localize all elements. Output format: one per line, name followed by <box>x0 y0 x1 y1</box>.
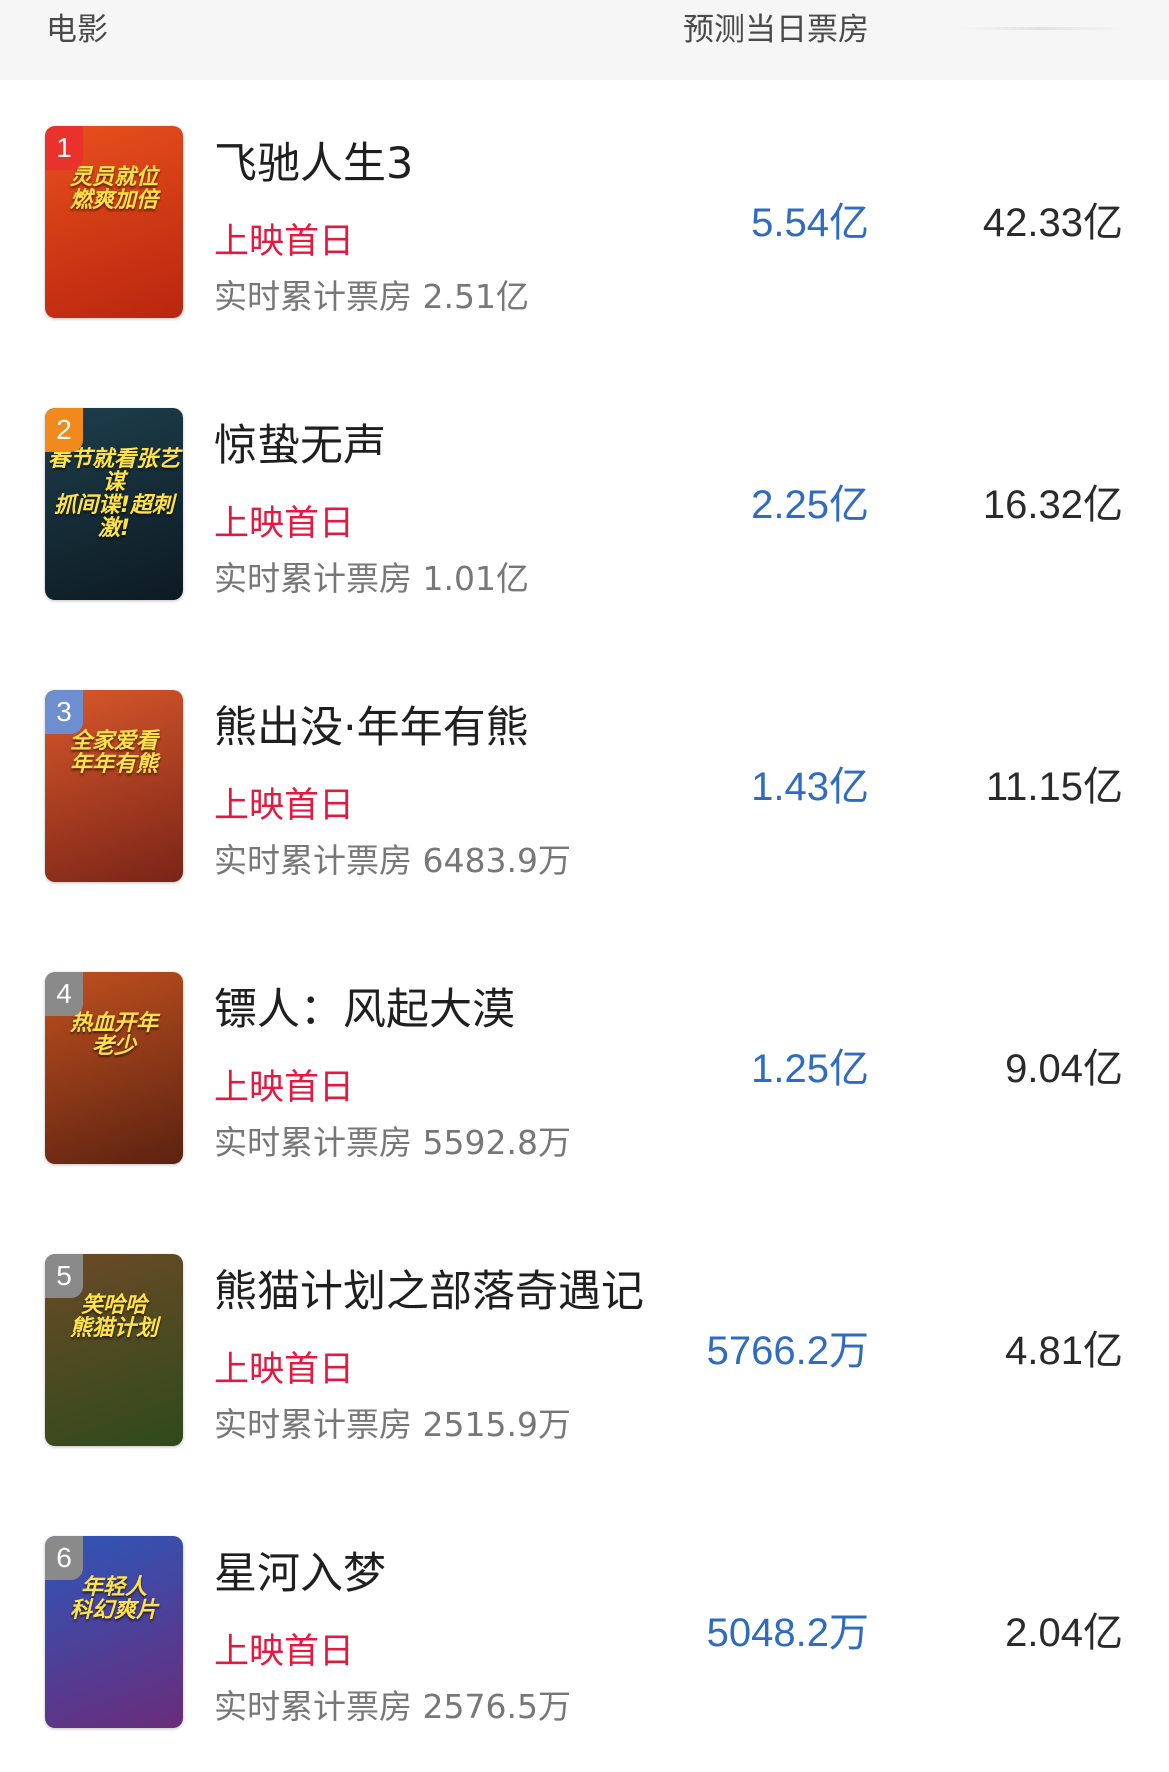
rank-badge: 2 <box>45 408 83 452</box>
predicted-daily-box-office: 1.25亿 <box>751 1047 869 1091</box>
movie-title[interactable]: 星河入梦 <box>214 1548 386 1600</box>
release-status: 上映首日 <box>214 1632 355 1672</box>
movie-poster[interactable]: 热血开年 老少 4 <box>45 972 183 1164</box>
poster-tagline: 全家爱看 年年有熊 <box>69 729 158 778</box>
predicted-daily-box-office: 5766.2万 <box>706 1329 869 1373</box>
rank-badge: 1 <box>45 126 83 170</box>
movie-poster[interactable]: 全家爱看 年年有熊 3 <box>45 690 183 882</box>
poster-tagline: 笑哈哈 熊猫计划 <box>69 1293 158 1342</box>
column-header-predict[interactable]: 预测当日票房 <box>683 10 869 50</box>
predicted-total-box-office: 42.33亿 <box>982 201 1123 245</box>
predicted-daily-box-office: 5048.2万 <box>706 1611 869 1655</box>
poster-tagline: 热血开年 老少 <box>69 1011 158 1060</box>
movie-poster[interactable]: 春节就看张艺谋 抓间谍!超刺激! 2 <box>45 408 183 600</box>
movie-row[interactable]: 热血开年 老少 4 镖人：风起大漠 上映首日 实时累计票房 5592.8万 1.… <box>0 926 1169 1208</box>
predicted-total-box-office: 4.81亿 <box>1005 1329 1123 1373</box>
table-header: 电影 预测当日票房 <box>0 0 1169 80</box>
release-status: 上映首日 <box>214 1350 355 1390</box>
movie-row[interactable]: 全家爱看 年年有熊 3 熊出没·年年有熊 上映首日 实时累计票房 6483.9万… <box>0 644 1169 926</box>
release-status: 上映首日 <box>214 504 355 544</box>
cumulative-box-office: 实时累计票房 2.51亿 <box>214 277 529 316</box>
cumulative-box-office: 实时累计票房 2515.9万 <box>214 1405 571 1444</box>
rank-badge: 5 <box>45 1254 83 1298</box>
movie-poster[interactable]: 笑哈哈 熊猫计划 5 <box>45 1254 183 1446</box>
predicted-daily-box-office: 2.25亿 <box>751 483 869 527</box>
cumulative-box-office: 实时累计票房 1.01亿 <box>214 559 529 598</box>
poster-tagline: 灵员就位 燃爽加倍 <box>69 165 158 214</box>
release-status: 上映首日 <box>214 222 355 262</box>
movie-row[interactable]: 年轻人 科幻爽片 6 星河入梦 上映首日 实时累计票房 2576.5万 5048… <box>0 1490 1169 1772</box>
poster-tagline: 年轻人 科幻爽片 <box>69 1575 158 1624</box>
movie-row[interactable]: 春节就看张艺谋 抓间谍!超刺激! 2 惊蛰无声 上映首日 实时累计票房 1.01… <box>0 362 1169 644</box>
movie-poster[interactable]: 年轻人 科幻爽片 6 <box>45 1536 183 1728</box>
rank-badge: 4 <box>45 972 83 1016</box>
predicted-daily-box-office: 1.43亿 <box>751 765 869 809</box>
movie-title[interactable]: 飞驰人生3 <box>214 138 413 190</box>
movie-title[interactable]: 惊蛰无声 <box>214 420 386 472</box>
movie-row[interactable]: 灵员就位 燃爽加倍 1 飞驰人生3 上映首日 实时累计票房 2.51亿 5.54… <box>0 80 1169 362</box>
cumulative-box-office: 实时累计票房 2576.5万 <box>214 1687 571 1726</box>
cumulative-box-office: 实时累计票房 6483.9万 <box>214 841 571 880</box>
release-status: 上映首日 <box>214 786 355 826</box>
movie-title[interactable]: 熊出没·年年有熊 <box>214 702 529 754</box>
predicted-total-box-office: 11.15亿 <box>985 765 1123 809</box>
cumulative-box-office: 实时累计票房 5592.8万 <box>214 1123 571 1162</box>
movie-title[interactable]: 熊猫计划之部落奇遇记 <box>214 1266 644 1318</box>
movie-poster[interactable]: 灵员就位 燃爽加倍 1 <box>45 126 183 318</box>
predicted-total-box-office: 2.04亿 <box>1005 1611 1123 1655</box>
rank-badge: 3 <box>45 690 83 734</box>
movie-title[interactable]: 镖人：风起大漠 <box>214 984 515 1036</box>
column-header-movie[interactable]: 电影 <box>46 10 108 50</box>
predicted-total-box-office: 16.32亿 <box>982 483 1123 527</box>
column-header-total-obscured <box>957 27 1125 30</box>
predicted-total-box-office: 9.04亿 <box>1005 1047 1123 1091</box>
rank-badge: 6 <box>45 1536 83 1580</box>
release-status: 上映首日 <box>214 1068 355 1108</box>
poster-tagline: 春节就看张艺谋 抓间谍!超刺激! <box>47 447 180 542</box>
movie-row[interactable]: 笑哈哈 熊猫计划 5 熊猫计划之部落奇遇记 上映首日 实时累计票房 2515.9… <box>0 1208 1169 1490</box>
predicted-daily-box-office: 5.54亿 <box>751 201 869 245</box>
